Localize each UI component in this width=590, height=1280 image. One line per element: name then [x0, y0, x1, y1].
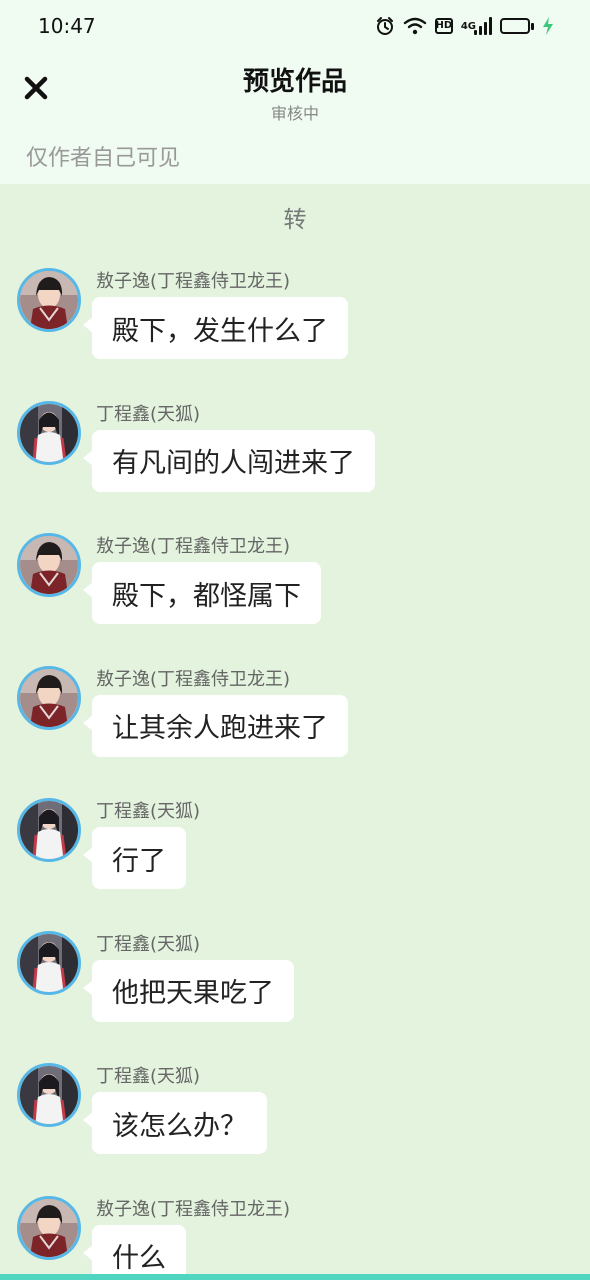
message-item: 丁程鑫(天狐) 他把天果吃了 — [0, 930, 590, 1062]
charging-icon — [542, 17, 554, 35]
sender-name: 敖子逸(丁程鑫侍卫龙王) — [96, 668, 291, 690]
sender-name: 丁程鑫(天狐) — [96, 801, 201, 822]
sender-name: 敖子逸(丁程鑫侍卫龙王) — [96, 536, 291, 557]
message-bubble: 该怎么办？ — [83, 1092, 267, 1154]
status-icons: HD 4G — [375, 16, 554, 36]
alarm-icon — [375, 16, 395, 36]
message-bubble: 殿下，发生什么了 — [83, 297, 348, 359]
message-bubble: 行了 — [83, 827, 186, 889]
section-label: 转 — [283, 207, 307, 233]
signal-bars — [474, 17, 492, 35]
page-title: 预览作品 — [242, 67, 347, 97]
hd-icon: HD — [434, 18, 453, 34]
message-bubble: 让其余人跑进来了 — [83, 694, 348, 757]
avatar[interactable] — [17, 798, 81, 862]
signal-4g-icon: 4G — [461, 17, 492, 35]
avatar[interactable] — [17, 1195, 81, 1260]
review-status: 审核中 — [270, 104, 319, 123]
avatar[interactable] — [17, 665, 81, 730]
visibility-note: 仅作者自己可见 — [26, 146, 181, 171]
message-bubble: 他把天果吃了 — [83, 959, 294, 1022]
message-bubble: 什么 — [83, 1224, 186, 1274]
bottom-strip — [0, 1274, 590, 1280]
message-item: 敖子逸(丁程鑫侍卫龙王) 殿下，都怪属下 — [0, 532, 590, 664]
header: 预览作品 审核中 仅作者自己可见 — [0, 52, 590, 184]
battery-icon — [500, 18, 534, 34]
avatar[interactable] — [17, 533, 81, 597]
avatar[interactable] — [17, 268, 81, 332]
avatar[interactable] — [17, 930, 81, 995]
message-item: 丁程鑫(天狐) 有凡间的人闯进来了 — [0, 400, 590, 532]
message-item: 丁程鑫(天狐) 行了 — [0, 797, 590, 929]
status-bar: 10:47 HD 4G — [0, 0, 590, 52]
avatar[interactable] — [17, 1063, 81, 1127]
sender-name: 丁程鑫(天狐) — [96, 1066, 201, 1087]
avatar[interactable] — [17, 400, 81, 465]
message-bubble: 殿下，都怪属下 — [83, 562, 321, 624]
status-time: 10:47 — [38, 14, 96, 38]
message-item: 敖子逸(丁程鑫侍卫龙王) 让其余人跑进来了 — [0, 665, 590, 797]
message-bubble: 有凡间的人闯进来了 — [83, 429, 375, 492]
message-item: 丁程鑫(天狐) 该怎么办？ — [0, 1062, 590, 1194]
chat-content[interactable]: 转 敖子逸(丁程鑫侍卫龙王) 殿下，发生什么了 丁程鑫(天狐) 有凡间的人闯进来了 … — [0, 184, 590, 1274]
sender-name: 敖子逸(丁程鑫侍卫龙王) — [96, 271, 291, 292]
wifi-icon — [403, 17, 427, 35]
message-item: 敖子逸(丁程鑫侍卫龙王) 殿下，发生什么了 — [0, 267, 590, 399]
sender-name: 敖子逸(丁程鑫侍卫龙王) — [96, 1198, 291, 1220]
message-item: 敖子逸(丁程鑫侍卫龙王) 什么 — [0, 1195, 590, 1274]
sender-name: 丁程鑫(天狐) — [96, 933, 201, 955]
sender-name: 丁程鑫(天狐) — [96, 403, 201, 425]
